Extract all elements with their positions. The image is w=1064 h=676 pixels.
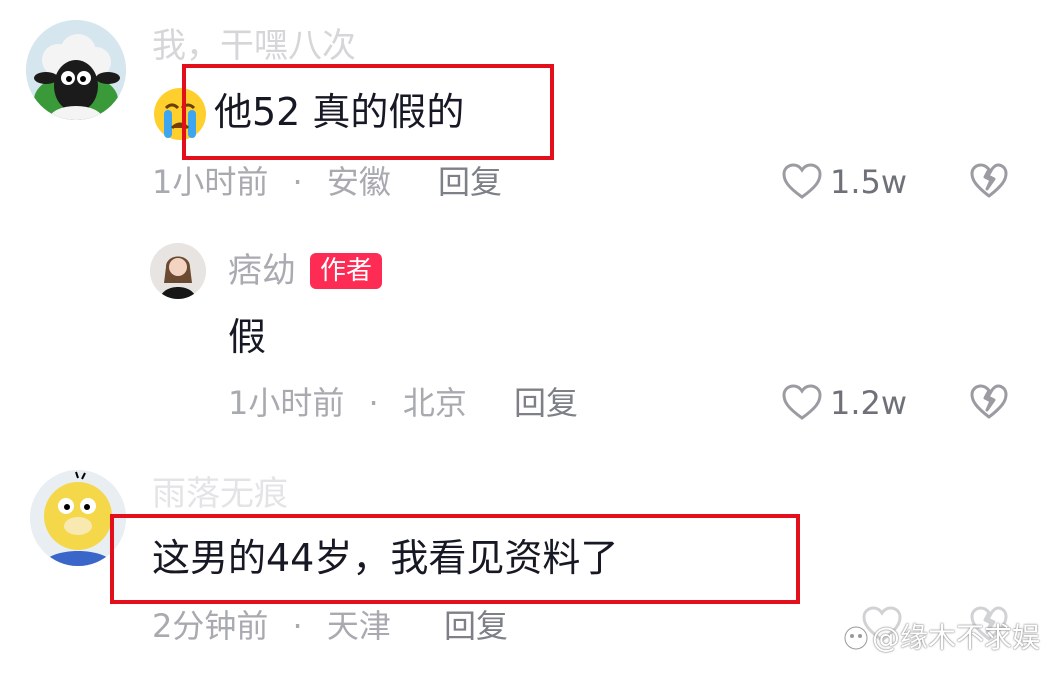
sheep-avatar[interactable]: [26, 20, 126, 120]
author-badge: 作者: [310, 253, 383, 289]
comment-time: 1小时前: [228, 384, 345, 422]
separator: ·: [368, 384, 379, 422]
woman-avatar-icon: [150, 243, 206, 299]
comment-location: 天津: [326, 607, 391, 645]
separator: ·: [292, 163, 303, 201]
heart-icon[interactable]: [782, 163, 822, 201]
reply-button[interactable]: 回复: [444, 607, 508, 645]
sheep-icon: [26, 20, 126, 120]
reply-button[interactable]: 回复: [514, 384, 578, 422]
like-count: 1.5w: [830, 163, 908, 201]
broken-heart-icon[interactable]: [970, 384, 1008, 420]
heart-icon[interactable]: [782, 384, 822, 422]
like-count: 1.2w: [830, 384, 908, 422]
watermark-text: @缘木不求娱: [872, 621, 1041, 654]
comment-username[interactable]: 雨落无痕: [152, 474, 288, 514]
separator: ·: [292, 607, 303, 645]
comment-meta: 1小时前 · 安徽: [152, 163, 391, 201]
highlight-box: [182, 64, 554, 160]
comment-username[interactable]: 痞幼: [228, 251, 296, 291]
comment-meta: 1小时前 · 北京: [228, 384, 467, 422]
highlight-box: [110, 514, 800, 604]
comment-location: 安徽: [326, 163, 391, 201]
comment-text: 假: [228, 315, 267, 359]
watermark-logo-icon: [842, 624, 870, 652]
comment-location: 北京: [402, 384, 467, 422]
comment-meta: 2分钟前 · 天津: [152, 607, 391, 645]
comment-time: 1小时前: [152, 163, 269, 201]
reply-button[interactable]: 回复: [438, 163, 502, 201]
broken-heart-icon[interactable]: [970, 163, 1008, 199]
comment-username[interactable]: 我，干嘿八次: [152, 26, 356, 66]
woman-avatar[interactable]: [150, 243, 206, 299]
comment-time: 2分钟前: [152, 607, 269, 645]
